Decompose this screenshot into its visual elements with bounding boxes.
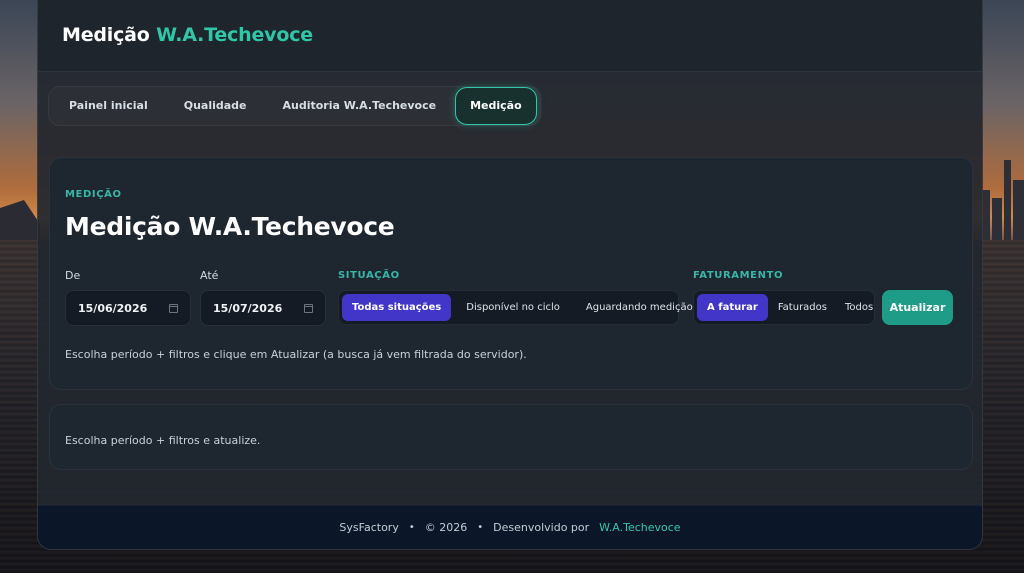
app-title-accent: W.A.Techevoce bbox=[156, 24, 313, 46]
main-tabs: Painel inicial Qualidade Auditoria W.A.T… bbox=[48, 86, 541, 126]
faturamento-segmented: A faturar Faturados Todos bbox=[693, 290, 875, 325]
tab-painel-inicial[interactable]: Painel inicial bbox=[52, 88, 165, 124]
footer: SysFactory • © 2026 • Desenvolvido por W… bbox=[38, 505, 982, 549]
app-title-main: Medição bbox=[62, 24, 150, 46]
app-window: Medição W.A.Techevoce Painel inicial Qua… bbox=[37, 0, 983, 550]
faturamento-label: FATURAMENTO bbox=[693, 270, 784, 281]
background-skyline bbox=[980, 150, 1024, 240]
from-date-input[interactable]: 15/06/2026 bbox=[65, 290, 191, 326]
filters-card: MEDIÇÃO Medição W.A.Techevoce De 15/06/2… bbox=[49, 157, 973, 390]
tab-medicao[interactable]: Medição bbox=[455, 87, 537, 125]
results-card: Escolha período + filtros e atualize. bbox=[49, 404, 973, 470]
situacao-option-disponivel[interactable]: Disponível no ciclo bbox=[453, 294, 573, 321]
tab-auditoria[interactable]: Auditoria W.A.Techevoce bbox=[266, 88, 454, 124]
page-title: Medição W.A.Techevoce bbox=[65, 212, 395, 241]
background-hill bbox=[0, 200, 40, 240]
situacao-option-aguardando[interactable]: Aguardando medição bbox=[575, 294, 704, 321]
footer-dev-prefix: Desenvolvido por bbox=[493, 521, 590, 534]
footer-copyright: © 2026 bbox=[424, 521, 468, 534]
app-title: Medição W.A.Techevoce bbox=[62, 24, 958, 46]
section-eyebrow: MEDIÇÃO bbox=[65, 189, 122, 200]
filters-hint: Escolha período + filtros e clique em At… bbox=[65, 348, 527, 361]
results-empty-state: Escolha período + filtros e atualize. bbox=[65, 434, 261, 447]
tab-qualidade[interactable]: Qualidade bbox=[167, 88, 264, 124]
footer-separator: • bbox=[477, 522, 484, 533]
from-date-value: 15/06/2026 bbox=[78, 301, 148, 315]
faturamento-option-todos[interactable]: Todos bbox=[837, 294, 881, 321]
situacao-segmented: Todas situações Disponível no ciclo Agua… bbox=[338, 290, 693, 325]
refresh-button[interactable]: Atualizar bbox=[882, 290, 953, 325]
faturamento-option-faturados[interactable]: Faturados bbox=[770, 294, 835, 321]
footer-dev-link[interactable]: W.A.Techevoce bbox=[599, 521, 680, 534]
calendar-icon[interactable] bbox=[304, 303, 313, 313]
from-date-label: De bbox=[65, 269, 81, 282]
calendar-icon[interactable] bbox=[169, 303, 178, 313]
footer-separator: • bbox=[408, 522, 415, 533]
to-date-label: Até bbox=[200, 269, 219, 282]
tabs-row: Painel inicial Qualidade Auditoria W.A.T… bbox=[38, 72, 982, 150]
to-date-input[interactable]: 15/07/2026 bbox=[200, 290, 326, 326]
situacao-option-todas[interactable]: Todas situações bbox=[342, 294, 452, 321]
to-date-value: 15/07/2026 bbox=[213, 301, 283, 315]
situacao-label: SITUAÇÃO bbox=[338, 270, 400, 281]
footer-company: SysFactory bbox=[339, 521, 399, 534]
top-bar: Medição W.A.Techevoce bbox=[38, 0, 982, 72]
faturamento-option-a-faturar[interactable]: A faturar bbox=[697, 294, 768, 321]
